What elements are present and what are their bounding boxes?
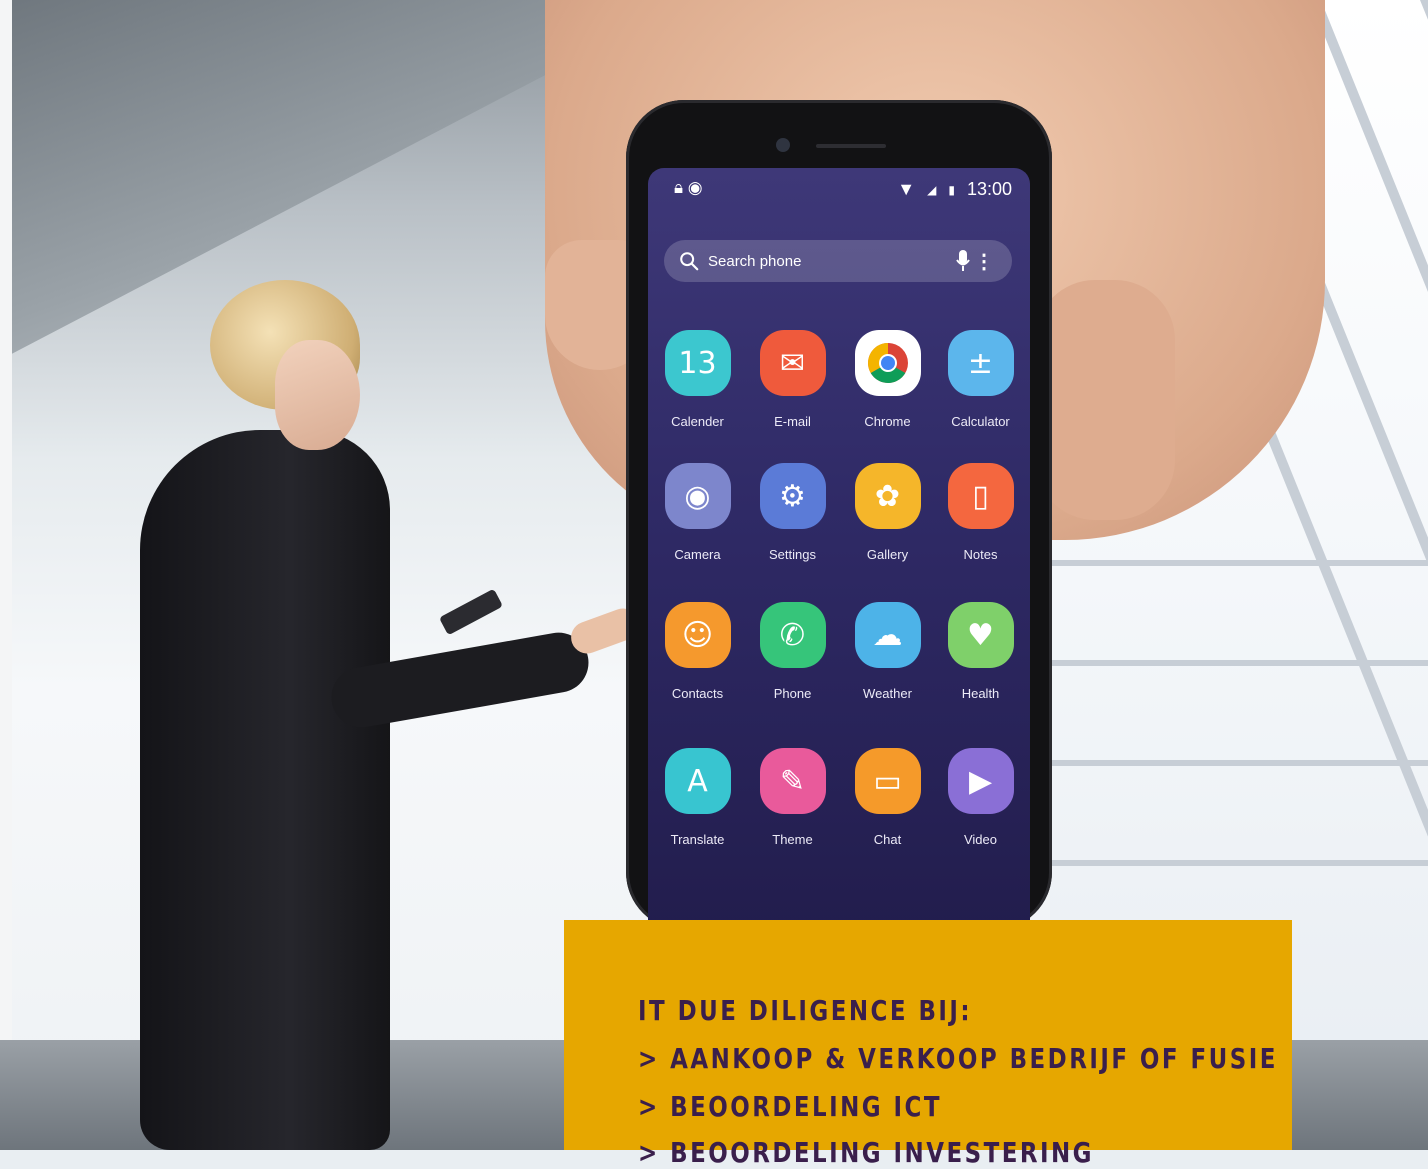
email-icon[interactable]: ✉ [759, 330, 826, 396]
woman-face [275, 340, 360, 450]
app-label: Translate [670, 832, 725, 847]
battery-icon: ▮ [948, 182, 955, 197]
more-options-icon[interactable]: ⋮ [974, 249, 994, 274]
camera-icon[interactable]: ◉ [664, 463, 731, 529]
holding-finger [1035, 280, 1175, 520]
search-bar[interactable]: Search phone ⋮ [664, 240, 1012, 282]
panel-heading: IT DUE DILIGENCE BIJ: [638, 994, 973, 1027]
app-chat[interactable]: ▭ Chat [840, 748, 935, 847]
app-translate[interactable]: A Translate [650, 748, 745, 847]
lock-icon: 🔒︎ [674, 178, 684, 197]
calendar-icon[interactable]: 13 [664, 330, 731, 396]
search-placeholder[interactable]: Search phone [708, 253, 801, 270]
app-label: Contacts [671, 686, 724, 701]
panel-item: > BEOORDELING ICT [638, 1090, 942, 1123]
app-contacts[interactable]: ☺ Contacts [650, 602, 745, 701]
signal-icon: ◢ [927, 182, 937, 197]
app-video[interactable]: ▶ Video [933, 748, 1028, 847]
status-right-icons: ▼ ◢ ▮ 13:00 [897, 179, 1012, 200]
app-label: E-mail [774, 414, 811, 429]
app-phone[interactable]: ✆ Phone [745, 602, 840, 701]
app-weather[interactable]: ☁ Weather [840, 602, 935, 701]
app-label: Weather [863, 686, 912, 701]
theme-icon[interactable]: ✎ [759, 748, 826, 814]
status-bar: 🔒︎ ◉ ▼ ◢ ▮ 13:00 [648, 168, 1030, 212]
app-gallery[interactable]: ✿ Gallery [840, 463, 935, 562]
app-label: Calender [671, 414, 724, 429]
status-time: 13:00 [966, 179, 1012, 199]
smartphone: 🔒︎ ◉ ▼ ◢ ▮ 13:00 Search phone ⋮ 13 Calen… [626, 100, 1052, 930]
phone-icon[interactable]: ✆ [759, 602, 826, 668]
health-icon[interactable]: ♥ [947, 602, 1014, 668]
wifi-icon: ▼ [897, 179, 916, 199]
weather-icon[interactable]: ☁ [854, 602, 921, 668]
app-label: Camera [674, 547, 721, 562]
app-calculator[interactable]: ± Calculator [933, 330, 1028, 429]
app-e-mail[interactable]: ✉ E-mail [745, 330, 840, 429]
chrome-icon[interactable] [854, 330, 921, 396]
gallery-icon[interactable]: ✿ [854, 463, 921, 529]
app-label: Gallery [866, 547, 909, 562]
contacts-icon[interactable]: ☺ [664, 602, 731, 668]
app-label: Health [961, 686, 1000, 701]
app-label: Chat [873, 832, 902, 847]
chat-icon[interactable]: ▭ [854, 748, 921, 814]
app-label: Notes [963, 547, 998, 562]
notes-icon[interactable]: ▯ [947, 463, 1014, 529]
woman-figure [100, 280, 644, 1150]
panel-item: > AANKOOP & VERKOOP BEDRIJF OF FUSIE [638, 1042, 1278, 1075]
app-label: Video [963, 832, 997, 847]
woman-body [140, 430, 390, 1150]
settings-icon[interactable]: ⚙ [759, 463, 826, 529]
app-label: Chrome [864, 414, 911, 429]
status-left-icons: 🔒︎ ◉ [674, 178, 703, 198]
calculator-icon[interactable]: ± [947, 330, 1014, 396]
app-health[interactable]: ♥ Health [933, 602, 1028, 701]
app-label: Theme [772, 832, 813, 847]
search-icon [680, 252, 699, 271]
app-theme[interactable]: ✎ Theme [745, 748, 840, 847]
panel-item: > BEOORDELING INVESTERING [638, 1136, 1094, 1169]
front-camera [776, 138, 790, 152]
app-camera[interactable]: ◉ Camera [650, 463, 745, 562]
app-label: Phone [773, 686, 812, 701]
app-settings[interactable]: ⚙ Settings [745, 463, 840, 562]
app-label: Calculator [951, 414, 1010, 429]
microphone-icon[interactable] [956, 250, 970, 272]
compass-icon: ◉ [687, 178, 703, 197]
app-chrome[interactable]: Chrome [840, 330, 935, 429]
left-wall [0, 0, 12, 1150]
info-panel: IT DUE DILIGENCE BIJ: > AANKOOP & VERKOO… [564, 920, 1292, 1169]
woman-phone [438, 588, 504, 636]
app-calender[interactable]: 13 Calender [650, 330, 745, 429]
earpiece-speaker [816, 144, 886, 148]
translate-icon[interactable]: A [664, 748, 731, 814]
app-label: Settings [769, 547, 816, 562]
app-notes[interactable]: ▯ Notes [933, 463, 1028, 562]
home-screen: 🔒︎ ◉ ▼ ◢ ▮ 13:00 Search phone ⋮ 13 Calen… [648, 168, 1030, 930]
video-icon[interactable]: ▶ [947, 748, 1014, 814]
